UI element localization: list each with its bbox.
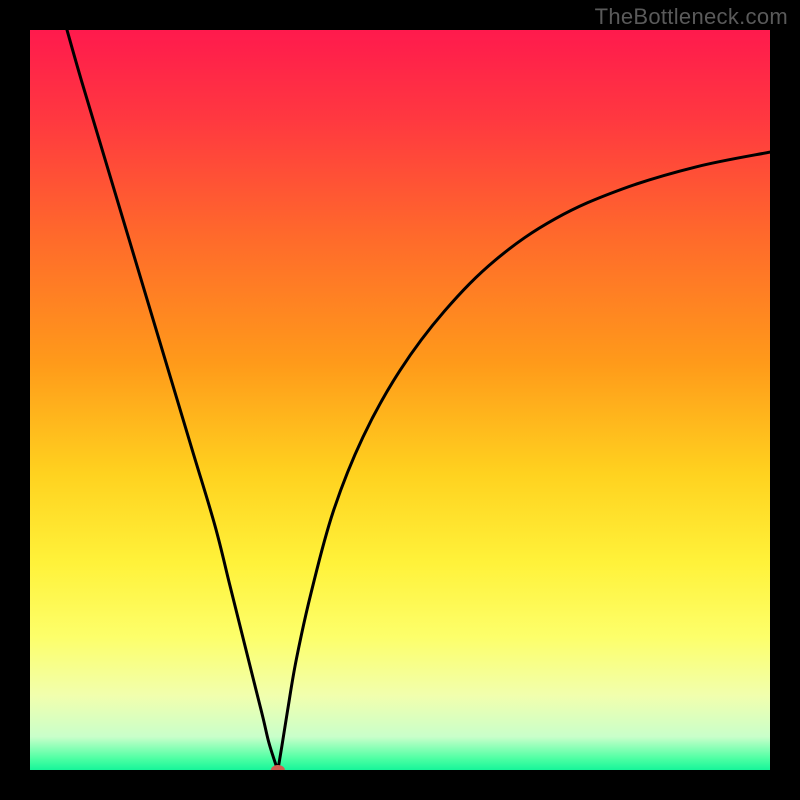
minimum-marker xyxy=(271,765,285,770)
watermark-text: TheBottleneck.com xyxy=(595,4,788,30)
bottleneck-curve xyxy=(67,30,770,770)
chart-frame: TheBottleneck.com xyxy=(0,0,800,800)
plot-area xyxy=(30,30,770,770)
curve-layer xyxy=(30,30,770,770)
